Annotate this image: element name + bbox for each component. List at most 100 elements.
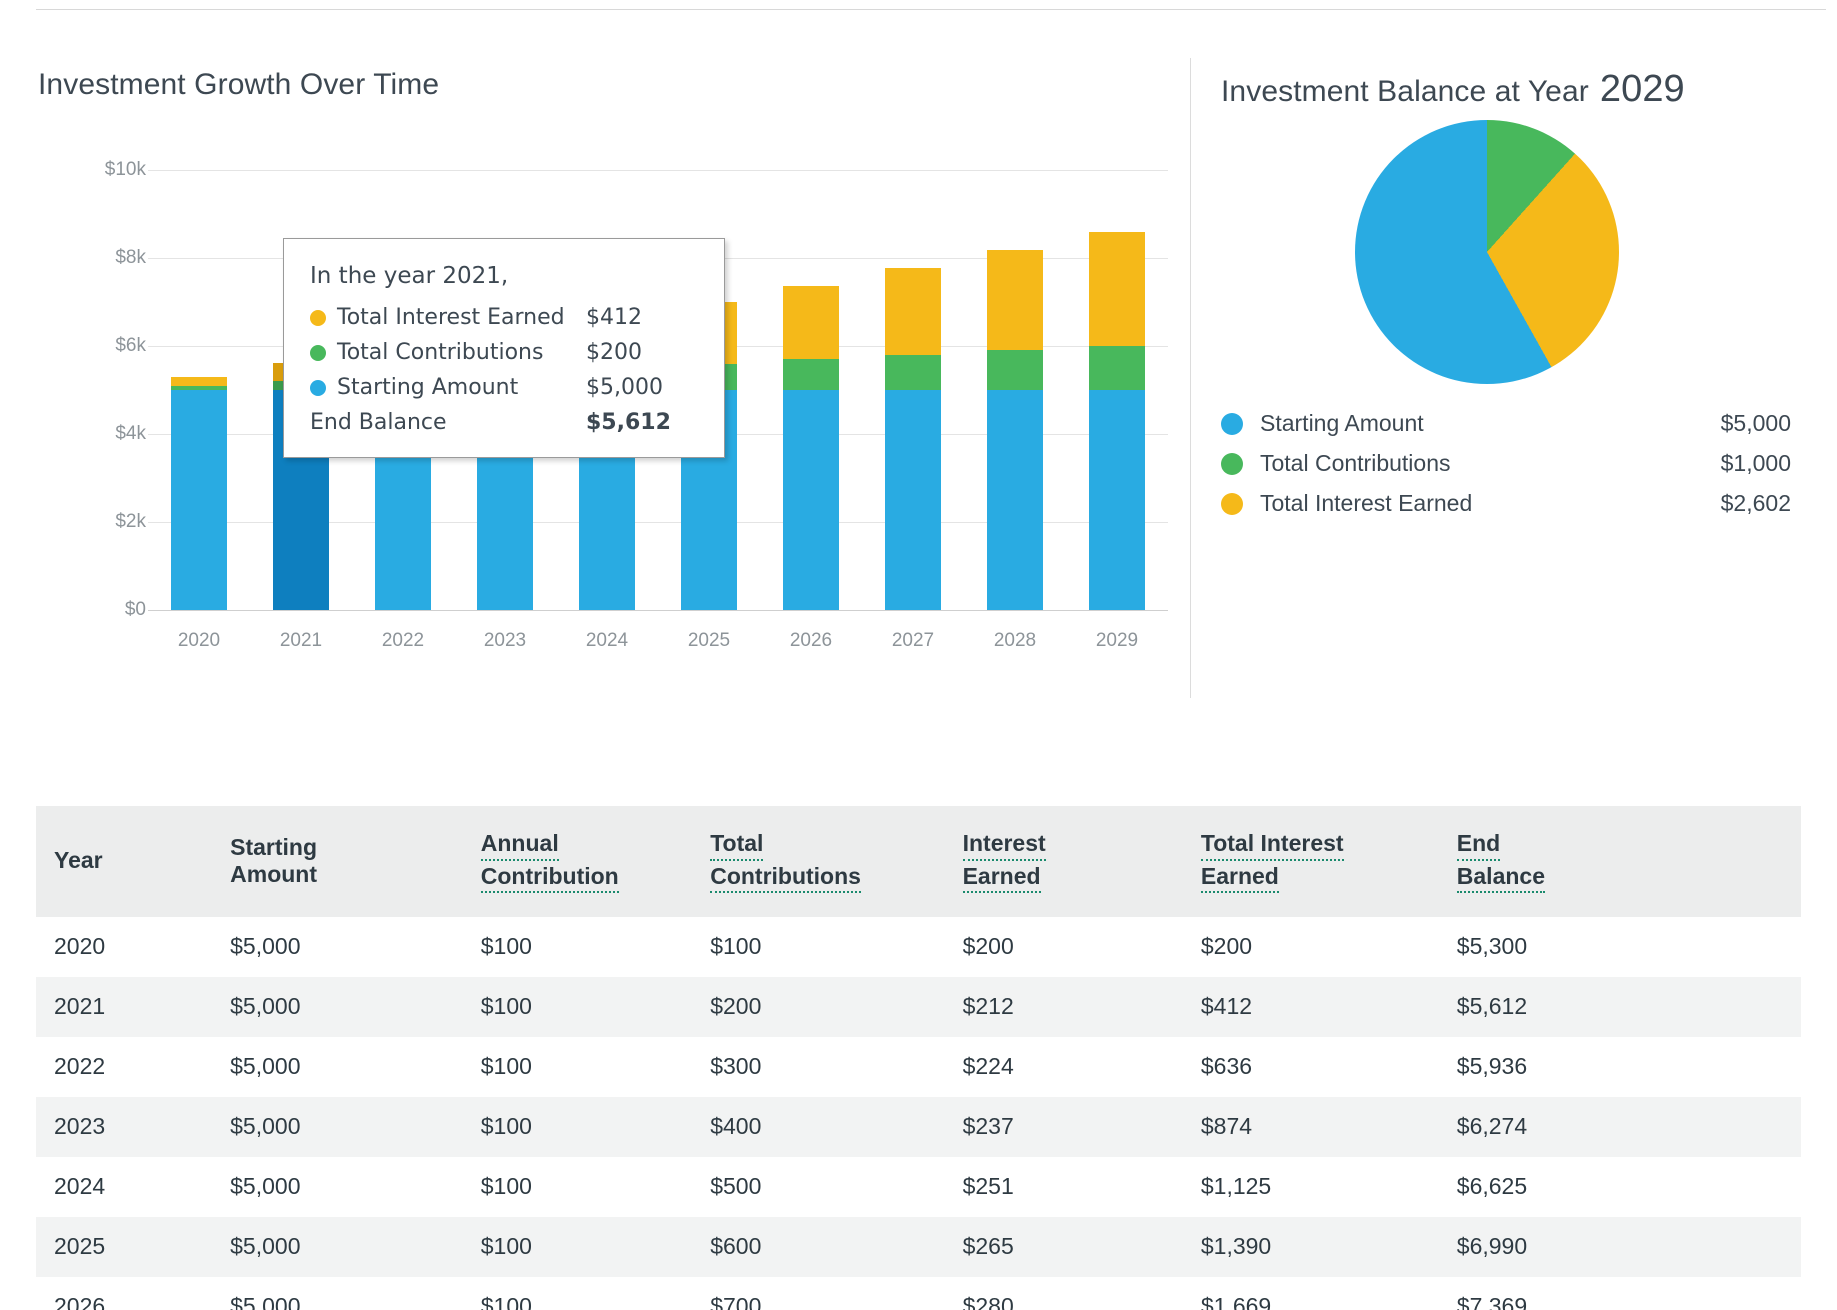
bar-segment-starting-amount: [885, 390, 941, 610]
tooltip-row: Total Contributions $200: [310, 340, 698, 365]
x-axis-tick-label: 2020: [177, 630, 221, 651]
stacked-bar[interactable]: [885, 268, 941, 610]
charts-section: Investment Growth Over Time $10k $8k $6k $4…: [0, 10, 1837, 700]
table-header-line: Interest: [962, 828, 1046, 861]
investment-calculator-page: Investment Growth Over Time $10k $8k $6k $4…: [0, 0, 1837, 1310]
stacked-bar[interactable]: [783, 285, 839, 610]
table-header-line-wrap: Total Interest: [1200, 828, 1457, 861]
table-cell: $100: [480, 1113, 532, 1140]
table-header-total interest-earned[interactable]: Total Interest Earned: [1200, 806, 1457, 917]
table-cell: $5,936: [1456, 1053, 1528, 1080]
stacked-bar[interactable]: [987, 250, 1043, 610]
pie-legend-row[interactable]: Total Contributions $1,000: [1221, 450, 1791, 477]
bar-slot-2029[interactable]: [1066, 170, 1168, 610]
table-cell: $1,125: [1200, 1173, 1272, 1200]
table-header-total-contributions[interactable]: Total Contributions: [710, 806, 962, 917]
schedule-table-head: Year Starting Amount Annual Contribution Tota…: [36, 806, 1801, 918]
tooltip-row: Starting Amount $5,000: [310, 375, 698, 400]
table-cell: $5,300: [1456, 933, 1528, 960]
table-cell: 2023: [54, 1113, 106, 1140]
schedule-table-wrapper: Year Starting Amount Annual Contribution Tota…: [36, 806, 1801, 1310]
pie-chart-title-year: 2029: [1599, 68, 1685, 110]
table-cell: $200: [962, 933, 1014, 960]
table-header-line-wrap: Amount: [230, 861, 481, 888]
table-cell: 2026: [54, 1293, 106, 1310]
table-header-line: Starting: [230, 833, 318, 860]
stacked-bar[interactable]: [171, 376, 227, 610]
table-cell: $237: [962, 1113, 1014, 1140]
pie-chart-legend: Starting Amount $5,000 Total Contributions…: [1221, 410, 1791, 530]
chart-tooltip: In the year 2021, Total Interest Earned $…: [283, 238, 725, 458]
tooltip-end-balance-value: $5,612: [586, 410, 671, 435]
table-row: 2021 $5,000 $100 $200 $212 $412 $5,612: [36, 977, 1801, 1038]
pie-legend-label: Total Contributions: [1260, 450, 1451, 476]
table-cell: $5,000: [230, 993, 301, 1020]
schedule-table-body: 2020 $5,000 $100 $100 $200 $200 $5,300 2021 $5,0…: [36, 917, 1801, 1310]
table-cell: $700: [710, 1293, 762, 1310]
bar-slot-2027[interactable]: [862, 170, 964, 610]
table-header-end-balance[interactable]: End Balance: [1456, 806, 1801, 917]
table-cell: $224: [962, 1053, 1014, 1080]
table-row: 2020 $5,000 $100 $100 $200 $200 $5,300: [36, 917, 1801, 977]
y-axis-tick-label: $8k: [115, 247, 146, 268]
table-header-line: Total Interest: [1200, 828, 1344, 861]
table-cell: $636: [1200, 1053, 1253, 1080]
table-cell: $6,625: [1456, 1173, 1528, 1200]
table-cell: $6,274: [1456, 1113, 1528, 1140]
table-header-line: Amount: [230, 860, 318, 887]
legend-dot-icon: [1221, 452, 1243, 475]
table-cell: $5,000: [230, 1053, 301, 1080]
table-header-line: Contribution: [480, 861, 619, 894]
tooltip-row-label: Total Contributions: [337, 340, 544, 365]
table-header-year[interactable]: Year: [36, 806, 230, 917]
table-header-line-wrap: Earned: [962, 861, 1201, 894]
table-cell: $280: [962, 1293, 1014, 1310]
table-cell: $1,669: [1200, 1293, 1272, 1310]
legend-dot-icon: [310, 379, 326, 396]
table-row: 2024 $5,000 $100 $500 $251 $1,125 $6,625: [36, 1157, 1801, 1217]
bar-segment-starting-amount: [171, 390, 227, 610]
table-cell: $500: [710, 1173, 762, 1200]
pie-legend-label: Starting Amount: [1260, 410, 1424, 436]
table-cell: $412: [1200, 993, 1253, 1020]
pie-legend-value: $2,602: [1720, 490, 1791, 516]
table-header-line-wrap: Starting: [230, 834, 481, 861]
table-header-starting-amount[interactable]: Starting Amount: [230, 806, 481, 917]
bar-slot-2026[interactable]: [760, 170, 862, 610]
table-row: 2026 $5,000 $100 $700 $280 $1,669 $7,369: [36, 1277, 1801, 1310]
table-header-annual-contribution[interactable]: Annual Contribution: [480, 806, 710, 917]
table-cell: $400: [710, 1113, 762, 1140]
tooltip-heading: In the year 2021,: [310, 263, 509, 289]
table-header-line-wrap: Contribution: [480, 861, 710, 894]
bar-segment-starting-amount: [1089, 390, 1145, 610]
pie-legend-row[interactable]: Starting Amount $5,000: [1221, 410, 1791, 437]
bar-segment-total-contributions: [885, 354, 941, 390]
bar-slot-2028[interactable]: [964, 170, 1066, 610]
table-cell: $600: [710, 1233, 762, 1260]
growth-chart-panel: Investment Growth Over Time $10k $8k $6k $4…: [0, 10, 1185, 700]
table-cell: $100: [480, 1053, 532, 1080]
table-cell: 2022: [54, 1053, 106, 1080]
y-axis-tick-label: $2k: [115, 511, 146, 532]
balance-pie-panel: Investment Balance at Year 2029 Starting …: [1185, 10, 1837, 700]
table-header-line-wrap: End: [1456, 828, 1801, 861]
table-header-interest-earned[interactable]: Interest Earned: [962, 806, 1201, 917]
table-header-line: Total: [710, 828, 764, 861]
table-header-line: Contributions: [710, 861, 861, 894]
table-cell: $874: [1200, 1113, 1253, 1140]
table-header-line: Earned: [1200, 861, 1279, 894]
x-axis-tick-label: 2024: [585, 630, 629, 651]
stacked-bar[interactable]: [1089, 231, 1145, 610]
pie-legend-row[interactable]: Total Interest Earned $2,602: [1221, 490, 1791, 517]
bar-segment-total-interest-earned: [171, 376, 227, 386]
tooltip-row: Total Interest Earned $412: [310, 305, 698, 330]
legend-dot-icon: [310, 309, 326, 326]
x-axis-tick-label: 2027: [891, 630, 935, 651]
tooltip-row-value: $412: [586, 305, 642, 330]
tooltip-end-balance-row: End Balance $5,612: [310, 410, 698, 435]
bar-segment-total-contributions: [987, 350, 1043, 390]
tooltip-row-label: Total Interest Earned: [337, 305, 565, 330]
pie-legend-value: $1,000: [1720, 450, 1791, 476]
bar-segment-total-interest-earned: [1089, 231, 1145, 346]
bar-slot-2020[interactable]: [148, 170, 250, 610]
